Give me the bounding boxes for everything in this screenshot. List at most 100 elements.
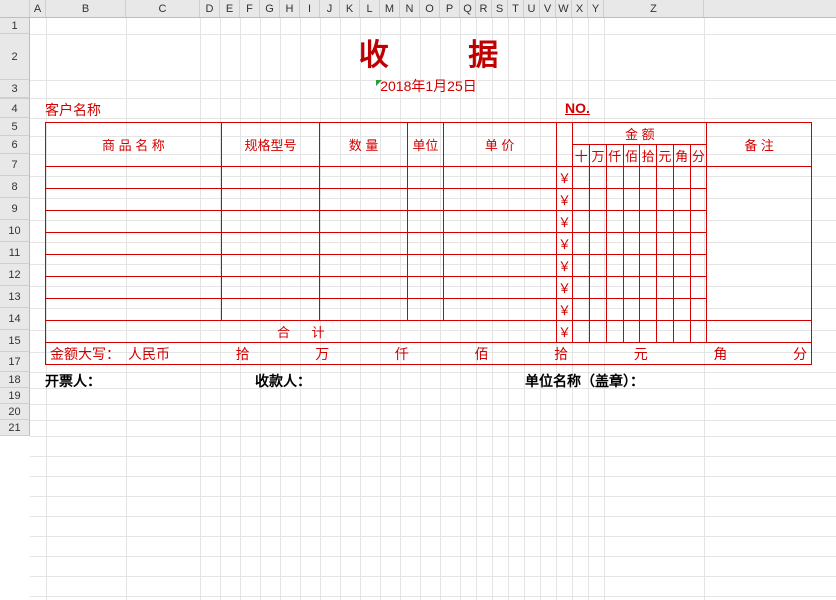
row-header-15[interactable]: 15: [0, 330, 30, 352]
cell[interactable]: [690, 211, 707, 233]
cell[interactable]: [673, 255, 690, 277]
cell[interactable]: [320, 189, 408, 211]
cell[interactable]: [46, 167, 222, 189]
col-header-C[interactable]: C: [126, 0, 200, 17]
col-header-S[interactable]: S: [492, 0, 508, 17]
row-header-18[interactable]: 18: [0, 372, 30, 388]
cell[interactable]: [623, 299, 640, 321]
cell[interactable]: [606, 211, 623, 233]
row-header-11[interactable]: 11: [0, 242, 30, 264]
cell[interactable]: [606, 255, 623, 277]
col-header-Q[interactable]: Q: [460, 0, 476, 17]
row-header-2[interactable]: 2: [0, 34, 30, 80]
cell[interactable]: [320, 255, 408, 277]
total-digit[interactable]: [657, 321, 674, 343]
cell[interactable]: [673, 233, 690, 255]
cell[interactable]: [623, 277, 640, 299]
total-digit[interactable]: [673, 321, 690, 343]
cell[interactable]: [673, 299, 690, 321]
cell[interactable]: [673, 211, 690, 233]
cell[interactable]: [408, 299, 444, 321]
cell[interactable]: [640, 255, 657, 277]
col-header-I[interactable]: I: [300, 0, 320, 17]
total-digit[interactable]: [606, 321, 623, 343]
cell[interactable]: [320, 167, 408, 189]
col-header-L[interactable]: L: [360, 0, 380, 17]
row-header-3[interactable]: 3: [0, 80, 30, 98]
cell[interactable]: [573, 167, 590, 189]
cell[interactable]: [590, 167, 607, 189]
total-digit[interactable]: [590, 321, 607, 343]
row-header-7[interactable]: 7: [0, 154, 30, 176]
cell[interactable]: [657, 233, 674, 255]
cell[interactable]: [443, 189, 556, 211]
col-header-D[interactable]: D: [200, 0, 220, 17]
cell[interactable]: [690, 255, 707, 277]
total-remark[interactable]: [707, 321, 812, 343]
cell[interactable]: [221, 211, 319, 233]
col-header-N[interactable]: N: [400, 0, 420, 17]
cell[interactable]: [606, 167, 623, 189]
cell[interactable]: [221, 277, 319, 299]
col-header-E[interactable]: E: [220, 0, 240, 17]
cell[interactable]: [690, 299, 707, 321]
col-header-T[interactable]: T: [508, 0, 524, 17]
cell[interactable]: [221, 233, 319, 255]
total-digit[interactable]: [623, 321, 640, 343]
row-header-13[interactable]: 13: [0, 286, 30, 308]
cell[interactable]: [707, 167, 812, 321]
cell[interactable]: [606, 233, 623, 255]
cell[interactable]: [590, 233, 607, 255]
col-header-X[interactable]: X: [572, 0, 588, 17]
cell[interactable]: [640, 211, 657, 233]
cell[interactable]: [657, 277, 674, 299]
cell[interactable]: [408, 211, 444, 233]
cell[interactable]: [606, 277, 623, 299]
cell[interactable]: [320, 211, 408, 233]
cell[interactable]: [640, 189, 657, 211]
total-digit[interactable]: [690, 321, 707, 343]
cell[interactable]: [221, 189, 319, 211]
cell[interactable]: [573, 211, 590, 233]
cell[interactable]: [408, 255, 444, 277]
cell[interactable]: [443, 167, 556, 189]
col-header-A[interactable]: A: [30, 0, 46, 17]
row-header-21[interactable]: 21: [0, 420, 30, 436]
cell[interactable]: [623, 255, 640, 277]
cell[interactable]: [46, 255, 222, 277]
cell[interactable]: [590, 277, 607, 299]
cell[interactable]: [46, 189, 222, 211]
cell[interactable]: [690, 167, 707, 189]
cell[interactable]: [221, 167, 319, 189]
cell[interactable]: [320, 277, 408, 299]
cell[interactable]: [573, 233, 590, 255]
row-header-6[interactable]: 6: [0, 136, 30, 154]
cell[interactable]: [640, 167, 657, 189]
cell[interactable]: [46, 299, 222, 321]
col-header-V[interactable]: V: [540, 0, 556, 17]
cell[interactable]: [590, 299, 607, 321]
col-header-P[interactable]: P: [440, 0, 460, 17]
cell[interactable]: [408, 233, 444, 255]
col-header-Y[interactable]: Y: [588, 0, 604, 17]
cell[interactable]: [690, 189, 707, 211]
cell[interactable]: [673, 189, 690, 211]
cell[interactable]: [221, 255, 319, 277]
row-header-1[interactable]: 1: [0, 18, 30, 34]
cell[interactable]: [46, 277, 222, 299]
col-header-Z[interactable]: Z: [604, 0, 704, 17]
row-header-8[interactable]: 8: [0, 176, 30, 198]
row-header-20[interactable]: 20: [0, 404, 30, 420]
row-header-17[interactable]: 17: [0, 352, 30, 372]
cell[interactable]: [573, 277, 590, 299]
cell[interactable]: [573, 255, 590, 277]
cell[interactable]: [640, 233, 657, 255]
cell[interactable]: [573, 299, 590, 321]
cell[interactable]: [690, 233, 707, 255]
row-header-12[interactable]: 12: [0, 264, 30, 286]
row-header-19[interactable]: 19: [0, 388, 30, 404]
col-header-H[interactable]: H: [280, 0, 300, 17]
row-header-5[interactable]: 5: [0, 118, 30, 136]
cell[interactable]: [443, 299, 556, 321]
cell[interactable]: [408, 277, 444, 299]
